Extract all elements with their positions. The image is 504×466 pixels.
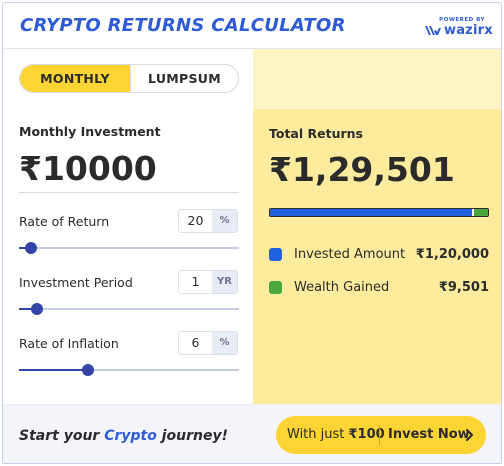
rate-of-inflation-field[interactable]: 6 % <box>178 331 238 355</box>
rate-of-return-unit: % <box>212 210 237 232</box>
legend-gained: Wealth Gained ₹9,501 <box>269 279 489 297</box>
investment-amount-input[interactable]: ₹10000 <box>19 149 157 188</box>
page-title: CRYPTO RETURNS CALCULATOR <box>20 15 346 36</box>
rate-of-inflation-label: Rate of Inflation <box>19 336 119 351</box>
gained-bar-segment <box>474 209 488 216</box>
investment-period-value[interactable]: 1 <box>179 271 212 293</box>
gained-amount: ₹9,501 <box>438 280 489 295</box>
gained-label: Wealth Gained <box>294 280 390 295</box>
tab-monthly[interactable]: MONTHLY <box>20 65 130 92</box>
cta-prefix: With just ₹100 <box>287 427 385 442</box>
header: CRYPTO RETURNS CALCULATOR POWERED BY waz… <box>3 3 501 49</box>
invested-bar-segment <box>270 209 473 216</box>
tagline-highlight: Crypto <box>104 428 157 444</box>
footer: Start your Crypto journey! With just ₹10… <box>3 404 501 463</box>
investment-period-label: Investment Period <box>19 275 133 290</box>
frequency-toggle: MONTHLY LUMPSUM <box>19 64 239 93</box>
tab-lumpsum[interactable]: LUMPSUM <box>130 65 238 92</box>
investment-label: Monthly Investment <box>19 124 161 139</box>
slider-thumb[interactable] <box>31 303 44 315</box>
invested-color-swatch <box>269 248 282 261</box>
rate-of-inflation-unit: % <box>212 332 237 354</box>
total-returns-label: Total Returns <box>269 126 363 141</box>
investment-period-field[interactable]: 1 YR <box>178 270 238 294</box>
tagline-suffix: journey! <box>156 428 228 444</box>
rate-of-return-label: Rate of Return <box>19 214 110 229</box>
investment-period-slider[interactable] <box>19 302 239 316</box>
tagline-prefix: Start your <box>19 428 105 444</box>
results-panel: Total Returns ₹1,29,501 Invested Amount … <box>253 49 501 404</box>
cta-divider <box>379 425 380 445</box>
rate-of-inflation-value[interactable]: 6 <box>179 332 212 354</box>
investment-period-unit: YR <box>212 271 237 293</box>
slider-thumb[interactable] <box>24 242 37 254</box>
legend-invested: Invested Amount ₹1,20,000 <box>269 246 489 264</box>
cta-label: Invest Now <box>388 427 470 442</box>
invested-label: Invested Amount <box>294 247 406 262</box>
gained-color-swatch <box>269 281 282 294</box>
investment-underline <box>19 192 239 193</box>
rate-of-inflation-slider[interactable] <box>19 363 239 377</box>
rate-of-return-field[interactable]: 20 % <box>178 209 238 233</box>
rate-of-return-slider[interactable] <box>19 241 239 255</box>
slider-track <box>19 247 239 249</box>
brand-name: wazirx <box>444 23 493 38</box>
chevron-right-icon <box>466 429 473 441</box>
invest-now-button[interactable]: With just ₹100 Invest Now <box>276 416 486 454</box>
invested-amount: ₹1,20,000 <box>415 247 489 262</box>
calculator-card: CRYPTO RETURNS CALCULATOR POWERED BY waz… <box>2 2 502 464</box>
slider-track <box>19 308 239 310</box>
returns-breakdown-bar <box>269 208 489 217</box>
input-panel: MONTHLY LUMPSUM Monthly Investment ₹1000… <box>3 49 253 404</box>
cta-prefix-text: With just <box>287 427 349 442</box>
total-returns-value: ₹1,29,501 <box>269 150 455 189</box>
tagline: Start your Crypto journey! <box>19 428 228 444</box>
brand-logo: POWERED BY wazirx <box>425 17 493 39</box>
slider-thumb[interactable] <box>82 364 94 376</box>
rate-of-return-value[interactable]: 20 <box>179 210 212 232</box>
slider-fill <box>19 369 85 371</box>
wazirx-logo-icon <box>425 26 441 35</box>
